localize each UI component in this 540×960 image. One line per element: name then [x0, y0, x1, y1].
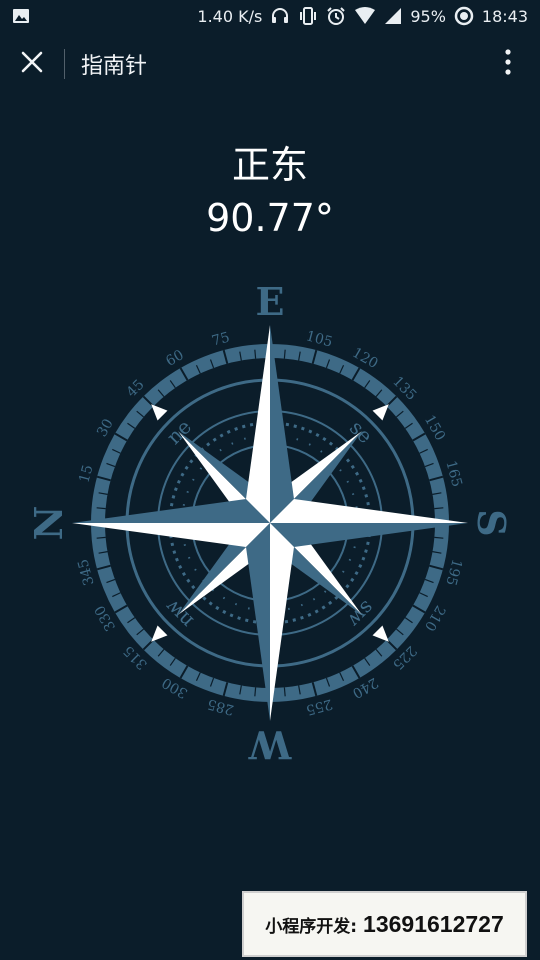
degrees-readout: 90.77°: [206, 196, 334, 240]
tick-label: 75: [210, 329, 231, 349]
tick-mark: [96, 507, 106, 510]
tick-label: 165: [442, 459, 464, 489]
signal-icon: [384, 7, 402, 25]
headphones-icon: [270, 6, 290, 26]
status-bar: 1.40 K/s 95% 18:43: [0, 0, 540, 32]
alarm-icon: [326, 6, 346, 26]
tick-label: 105: [304, 328, 334, 350]
promo-phone: 13691612727: [363, 910, 504, 937]
title-divider: [64, 49, 65, 79]
tick-label: 345: [75, 557, 97, 587]
more-options-button[interactable]: [490, 46, 526, 82]
tick-label: 195: [442, 557, 464, 587]
close-icon: [21, 51, 43, 77]
tick-label: 30: [94, 416, 117, 439]
cardinal-w: W: [247, 722, 292, 763]
tick-mark: [434, 507, 444, 510]
image-icon: [12, 7, 30, 25]
tick-mark: [283, 349, 286, 359]
tick-mark: [254, 687, 257, 697]
tick-label: 285: [206, 695, 236, 717]
direction-label: 正东: [231, 143, 308, 187]
promo-banner: 小程序开发: 13691612727: [242, 891, 527, 957]
page-title: 指南针: [81, 54, 148, 79]
tick-mark: [96, 536, 106, 539]
close-button[interactable]: [0, 32, 64, 96]
tick-label: 60: [163, 347, 186, 370]
tick-label: 255: [304, 695, 334, 717]
clock-time: 18:43: [481, 6, 528, 26]
tick-mark: [254, 349, 257, 359]
tick-mark: [434, 536, 444, 539]
more-vertical-icon: [505, 49, 511, 79]
compass-dial: 1051201351501651952102252402552853003153…: [30, 283, 510, 763]
battery-level: 95%: [410, 6, 446, 26]
vibrate-icon: [298, 6, 318, 26]
tick-label: 15: [76, 463, 96, 484]
cardinal-s: S: [469, 509, 510, 536]
tick-mark: [283, 687, 286, 697]
network-speed: 1.40 K/s: [197, 6, 263, 26]
battery-saver-icon: [454, 6, 474, 26]
cardinal-e: E: [256, 283, 285, 324]
title-bar: 指南针: [0, 32, 540, 96]
wifi-icon: [354, 7, 376, 25]
cardinal-n: N: [30, 506, 71, 541]
promo-label: 小程序开发:: [265, 916, 358, 937]
